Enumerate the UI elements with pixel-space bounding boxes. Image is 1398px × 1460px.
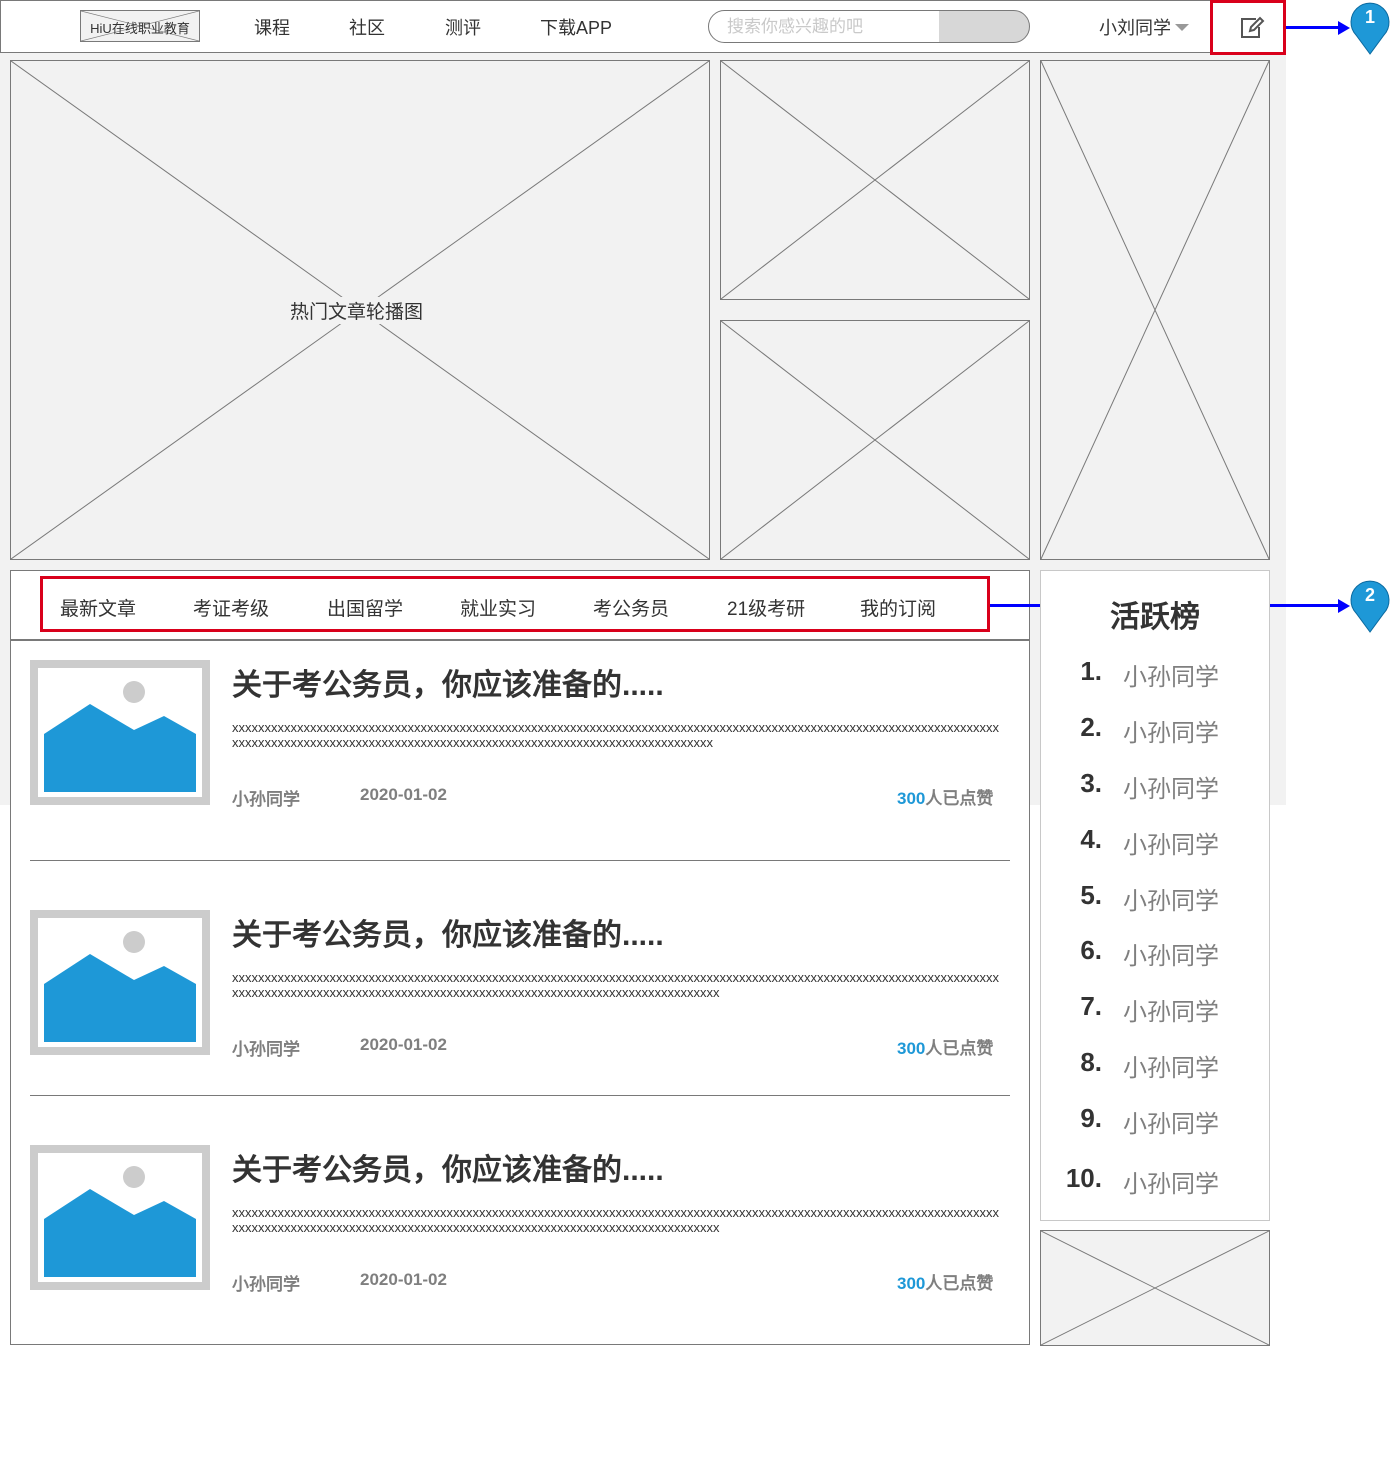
tab-civil-service[interactable]: 考公务员	[593, 594, 669, 621]
article-thumbnail[interactable]	[30, 660, 210, 805]
article-thumbnail[interactable]	[30, 910, 210, 1055]
banner-image-bottom[interactable]	[720, 320, 1030, 560]
nav-item-courses[interactable]: 课程	[254, 14, 290, 40]
rank-number: 8.	[1080, 1047, 1102, 1077]
article-likes: 300人已点赞	[897, 784, 993, 809]
article-author[interactable]: 小孙同学	[232, 785, 300, 810]
rank-user-name[interactable]: 小孙同学	[1123, 769, 1219, 804]
rank-number: 3.	[1080, 768, 1102, 798]
rank-number: 7.	[1080, 991, 1102, 1021]
tab-certification[interactable]: 考证考级	[193, 594, 269, 621]
annotation-marker-1: 1	[1350, 0, 1390, 56]
carousel-label: 热门文章轮播图	[280, 297, 434, 324]
article-likes: 300人已点赞	[897, 1269, 993, 1294]
rank-number: 9.	[1080, 1103, 1102, 1133]
banner-image-top[interactable]	[720, 60, 1030, 300]
banner-image-side[interactable]	[1040, 60, 1270, 560]
likes-count: 300	[897, 789, 926, 808]
search-bar	[708, 10, 1030, 43]
annotation-arrowhead-2	[1338, 599, 1350, 613]
tab-subscriptions[interactable]: 我的订阅	[860, 594, 936, 621]
logo[interactable]: HiU在线职业教育	[80, 10, 200, 42]
article-divider	[30, 1095, 1010, 1096]
tab-study-abroad[interactable]: 出国留学	[327, 594, 403, 621]
rank-number: 2.	[1080, 712, 1102, 742]
article-divider	[30, 860, 1010, 861]
article-excerpt: xxxxxxxxxxxxxxxxxxxxxxxxxxxxxxxxxxxxxxxx…	[232, 1205, 999, 1235]
tab-latest[interactable]: 最新文章	[60, 594, 136, 621]
article-author[interactable]: 小孙同学	[232, 1035, 300, 1060]
article-title[interactable]: 关于考公务员，你应该准备的.....	[232, 910, 664, 954]
article-title[interactable]: 关于考公务员，你应该准备的.....	[232, 660, 664, 704]
nav-item-assessment[interactable]: 测评	[445, 14, 481, 40]
rank-number: 6.	[1080, 935, 1102, 965]
user-name: 小刘同学	[1099, 18, 1171, 38]
article-author[interactable]: 小孙同学	[232, 1270, 300, 1295]
rank-user-name[interactable]: 小孙同学	[1123, 1164, 1219, 1199]
annotation-connector-1	[1286, 26, 1338, 29]
rank-user-name[interactable]: 小孙同学	[1123, 1104, 1219, 1139]
annotation-marker-2: 2	[1350, 578, 1390, 634]
annotation-arrowhead-1	[1338, 21, 1350, 35]
article-thumbnail[interactable]	[30, 1145, 210, 1290]
ranking-title: 活跃榜	[1110, 601, 1200, 634]
article-excerpt: xxxxxxxxxxxxxxxxxxxxxxxxxxxxxxxxxxxxxxxx…	[232, 970, 999, 1000]
image-icon	[44, 931, 196, 1042]
article-date: 2020-01-02	[360, 1035, 447, 1054]
search-button[interactable]	[939, 11, 1029, 42]
rank-user-name[interactable]: 小孙同学	[1123, 992, 1219, 1027]
rank-user-name[interactable]: 小孙同学	[1123, 825, 1219, 860]
annotation-label-2: 2	[1364, 585, 1375, 605]
write-article-button[interactable]	[1210, 0, 1286, 55]
user-menu[interactable]: 小刘同学	[1099, 14, 1189, 40]
image-icon	[44, 681, 196, 792]
edit-icon	[1241, 16, 1265, 38]
rank-user-name[interactable]: 小孙同学	[1123, 713, 1219, 748]
tab-bar-divider	[10, 639, 1030, 641]
annotation-label-1: 1	[1364, 7, 1375, 27]
image-icon	[44, 1166, 196, 1277]
likes-count: 300	[897, 1039, 926, 1058]
search-input[interactable]	[709, 11, 939, 42]
rank-number: 1.	[1080, 656, 1102, 686]
rank-user-name[interactable]: 小孙同学	[1123, 657, 1219, 692]
sidebar-ad-image[interactable]	[1040, 1230, 1270, 1346]
rank-number: 10.	[1065, 1163, 1102, 1193]
likes-count: 300	[897, 1274, 926, 1293]
article-likes: 300人已点赞	[897, 1034, 993, 1059]
likes-label: 人已点赞	[925, 1274, 994, 1293]
rank-user-name[interactable]: 小孙同学	[1123, 936, 1219, 971]
article-date: 2020-01-02	[360, 785, 447, 804]
hot-articles-carousel[interactable]: 热门文章轮播图	[10, 60, 710, 560]
rank-user-name[interactable]: 小孙同学	[1123, 881, 1219, 916]
nav-item-community[interactable]: 社区	[349, 14, 385, 40]
rank-user-name[interactable]: 小孙同学	[1123, 1048, 1219, 1083]
likes-label: 人已点赞	[925, 1039, 994, 1058]
nav-item-download-app[interactable]: 下载APP	[540, 14, 612, 40]
likes-label: 人已点赞	[925, 789, 994, 808]
article-title[interactable]: 关于考公务员，你应该准备的.....	[232, 1145, 664, 1189]
tab-postgraduate[interactable]: 21级考研	[727, 594, 805, 621]
tab-employment[interactable]: 就业实习	[460, 594, 536, 621]
article-excerpt: xxxxxxxxxxxxxxxxxxxxxxxxxxxxxxxxxxxxxxxx…	[232, 720, 999, 750]
rank-number: 5.	[1080, 880, 1102, 910]
rank-number: 4.	[1080, 824, 1102, 854]
logo-text: HiU在线职业教育	[90, 21, 190, 36]
chevron-down-icon	[1175, 24, 1189, 31]
article-date: 2020-01-02	[360, 1270, 447, 1289]
